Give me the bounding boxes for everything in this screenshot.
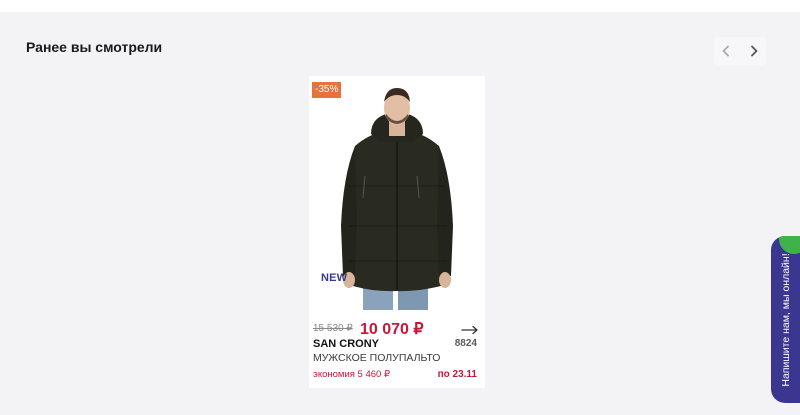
savings-row: экономия 5 460 ₽ по 23.11 (313, 369, 481, 383)
page-top-strip (0, 0, 800, 12)
online-chat-button[interactable]: Напишите нам, мы онлайн! (771, 236, 800, 403)
product-image[interactable]: -35% NEW (309, 76, 485, 314)
brand-name[interactable]: SAN CRONY (313, 338, 379, 350)
article-number: 8824 (454, 338, 477, 349)
chat-label: Напишите нам, мы онлайн! (779, 252, 792, 387)
carousel-nav (714, 37, 766, 65)
carousel-prev-button[interactable] (714, 37, 738, 65)
chevron-left-icon (722, 45, 729, 57)
price-row: 15 530 ₽ 10 070 ₽ (313, 319, 481, 338)
product-name[interactable]: МУЖСКОЕ ПОЛУПАЛЬТО (313, 352, 440, 364)
brand-row: SAN CRONY 8824 (313, 338, 481, 352)
savings-amount: экономия 5 460 ₽ (313, 369, 391, 380)
section-title: Ранее вы смотрели (26, 39, 163, 55)
discount-badge: -35% (312, 82, 342, 98)
offer-end-date: по 23.11 (437, 369, 477, 380)
current-price: 10 070 ₽ (360, 321, 424, 338)
product-card[interactable]: -35% NEW 15 530 ₽ 10 070 ₽ SAN CRONY 882… (309, 76, 485, 388)
chevron-right-icon (751, 45, 758, 57)
new-badge: NEW (321, 272, 348, 284)
carousel-next-button[interactable] (742, 37, 766, 65)
chat-status-dot (779, 236, 800, 254)
old-price: 15 530 ₽ (313, 323, 353, 334)
